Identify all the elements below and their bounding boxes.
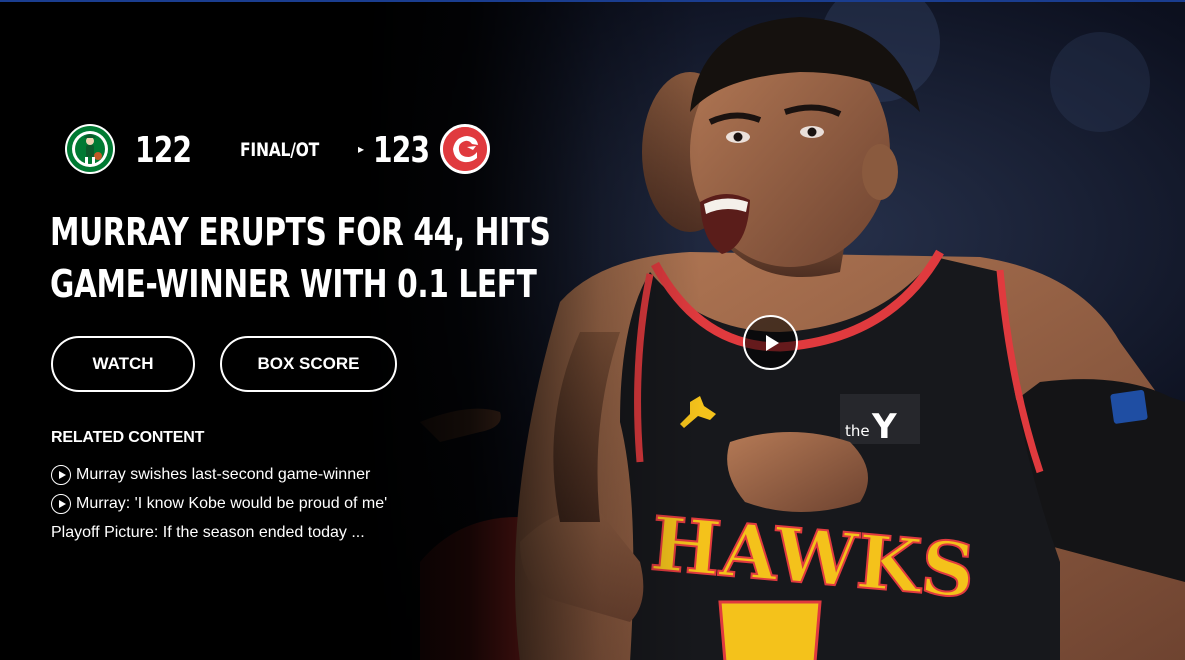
hero-photo[interactable]: the Y HAWKS [0, 2, 1185, 660]
scoreboard: 122 FINAL/OT ▸ 123 [62, 122, 502, 178]
play-circle-icon [51, 464, 71, 485]
home-score: 123 [373, 130, 430, 171]
related-content-list: Murray swishes last-second game-winner M… [51, 460, 387, 547]
game-hero: the Y HAWKS 122 FINAL/OT ▸ 123 MURRAY ER… [0, 0, 1185, 660]
away-score: 122 [135, 130, 192, 171]
related-item-label: Playoff Picture: If the season ended tod… [51, 523, 365, 541]
related-item-label: Murray: 'I know Kobe would be proud of m… [76, 494, 388, 512]
related-item-game-winner[interactable]: Murray swishes last-second game-winner [51, 460, 387, 489]
headline[interactable]: MURRAY ERUPTS FOR 44, HITS GAME-WINNER W… [50, 206, 551, 310]
player-photo-illustration: the Y HAWKS [0, 2, 1185, 660]
game-status: FINAL/OT [240, 139, 320, 161]
headline-line-1: MURRAY ERUPTS FOR 44, HITS [50, 210, 551, 254]
play-video-button[interactable] [743, 315, 798, 370]
related-item-playoff-picture[interactable]: Playoff Picture: If the season ended tod… [51, 518, 387, 547]
svg-text:the: the [845, 422, 870, 440]
play-icon [766, 334, 779, 351]
celtics-logo-icon[interactable] [65, 124, 115, 174]
box-score-button[interactable]: BOX SCORE [220, 336, 397, 392]
winner-arrow-icon: ▸ [358, 142, 365, 156]
related-content-title: RELATED CONTENT [51, 429, 205, 446]
watch-button[interactable]: WATCH [51, 336, 195, 392]
play-circle-icon [51, 493, 71, 514]
related-item-kobe-quote[interactable]: Murray: 'I know Kobe would be proud of m… [51, 489, 387, 518]
headline-line-2: GAME-WINNER WITH 0.1 LEFT [50, 262, 537, 306]
svg-text:Y: Y [871, 407, 897, 447]
hawks-logo-icon[interactable] [440, 124, 490, 174]
related-item-label: Murray swishes last-second game-winner [76, 465, 371, 483]
